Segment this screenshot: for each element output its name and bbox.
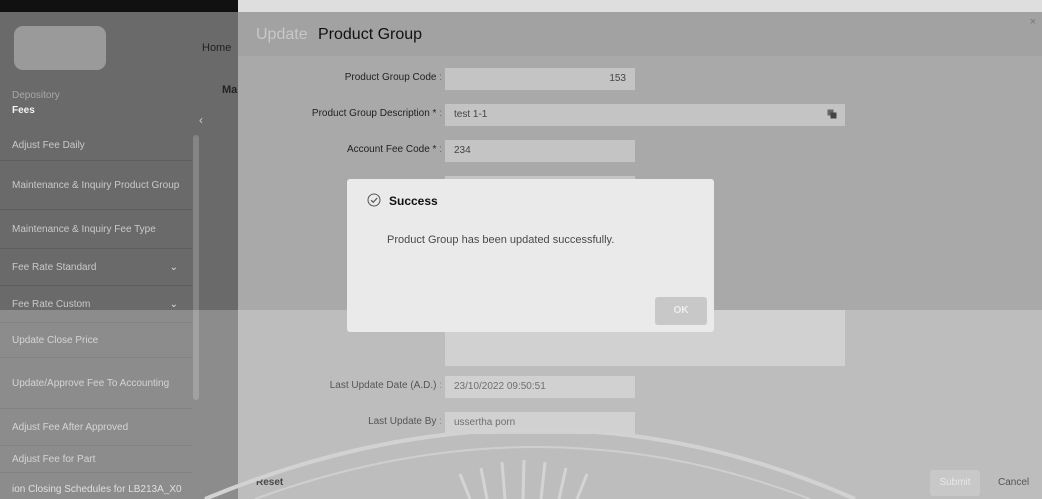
logo: [14, 26, 106, 70]
close-icon[interactable]: ×: [1030, 16, 1036, 28]
collapse-chevron-icon[interactable]: ‹: [199, 113, 203, 127]
product-group-description-input[interactable]: test 1-1: [445, 104, 845, 126]
breadcrumb-fees: Fees: [12, 105, 35, 116]
menu-tab-ma[interactable]: Ma: [222, 84, 237, 96]
field-row-product-group-code: Product Group Code 153: [238, 68, 1042, 90]
sidebar-item-label: Maintenance & Inquiry Product Group: [12, 179, 180, 191]
screen-overlay-band: [0, 310, 1042, 499]
field-label: Account Fee Code *: [347, 144, 442, 155]
field-label: Product Group Code: [345, 72, 442, 83]
breadcrumb-depository[interactable]: Depository: [12, 90, 60, 101]
input-value: test 1-1: [454, 109, 488, 120]
panel-header: Update Product Group ×: [238, 12, 1042, 56]
sidebar-item-adjust-fee-daily[interactable]: Adjust Fee Daily: [0, 130, 192, 161]
translate-icon[interactable]: [827, 109, 837, 119]
ok-button[interactable]: OK: [655, 297, 707, 325]
sidebar-item-label: Adjust Fee Daily: [12, 139, 85, 151]
product-group-code-input[interactable]: 153: [445, 68, 635, 90]
field-label: Product Group Description *: [312, 108, 442, 119]
sidebar-item-label: Maintenance & Inquiry Fee Type: [12, 223, 156, 235]
success-dialog: Success Product Group has been updated s…: [347, 179, 714, 332]
top-bar: [0, 0, 238, 12]
panel-title-prefix: Update: [256, 26, 308, 43]
field-row-product-group-description: Product Group Description * test 1-1: [238, 104, 1042, 126]
sidebar-item-maintenance-fee-type[interactable]: Maintenance & Inquiry Fee Type: [0, 210, 192, 249]
sidebar-item-fee-rate-standard[interactable]: Fee Rate Standard ⌄: [0, 249, 192, 286]
field-row-account-fee-code: Account Fee Code * 234: [238, 140, 1042, 162]
chevron-down-icon: ⌄: [169, 261, 178, 273]
sidebar-item-maintenance-product-group[interactable]: Maintenance & Inquiry Product Group: [0, 161, 192, 210]
dialog-title: Success: [389, 194, 438, 208]
sidebar-item-label: Fee Rate Standard: [12, 261, 97, 273]
check-circle-icon: [367, 193, 381, 207]
panel-title: Product Group: [318, 26, 423, 43]
account-fee-code-input[interactable]: 234: [445, 140, 635, 162]
home-link[interactable]: Home: [202, 42, 231, 54]
dialog-message: Product Group has been updated successfu…: [387, 234, 615, 246]
